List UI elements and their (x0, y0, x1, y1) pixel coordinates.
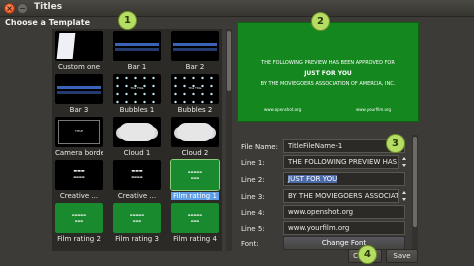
form-scrollbar[interactable] (412, 135, 418, 249)
callout-badge-3: 3 (386, 134, 405, 153)
callout-badge-2: 2 (311, 12, 330, 31)
template-thumbnail (171, 31, 219, 61)
close-window-button[interactable]: × (4, 3, 15, 14)
change-font-button[interactable]: Change Font (283, 236, 405, 250)
template-name: Film rating 1 (171, 192, 219, 200)
callout-badge-4: 4 (358, 245, 377, 264)
template-thumbnail: ▬▬▬ ▬▬▬▬ (55, 160, 103, 190)
line1-scroll-arrows-icon[interactable] (401, 155, 407, 169)
template-name: Bar 1 (127, 63, 147, 71)
thumb-text: TITLE (74, 129, 84, 133)
save-button[interactable]: Save (386, 249, 418, 263)
template-tile[interactable]: ▬▬▬ ▬▬▬▬ Creative ... (113, 160, 161, 200)
template-name: Creative ... (117, 192, 157, 200)
template-thumbnail (113, 31, 161, 61)
template-tile[interactable]: The Title Bubbles 2 (171, 74, 219, 114)
minimize-icon: − (19, 4, 26, 13)
template-name: Bubbles 2 (177, 106, 213, 114)
template-tile[interactable]: ▬▬▬▬▬ ▬▬▬ Film rating 2 (55, 203, 103, 243)
form-scroll-thumb[interactable] (413, 137, 417, 227)
line4-input[interactable]: www.openshot.org (283, 205, 405, 219)
line2-row: Line 2: JUST FOR YOU (237, 172, 419, 187)
line2-label: Line 2: (241, 176, 265, 184)
preview-line-1: THE FOLLOWING PREVIEW HAS BEEN APPROVED … (261, 60, 395, 66)
gallery-scrollbar[interactable] (226, 29, 232, 251)
template-thumbnail: ▬▬▬▬▬ ▬▬▬ (170, 159, 220, 191)
line1-label: Line 1: (241, 159, 265, 167)
window-titlebar: × − Titles (0, 0, 474, 17)
template-name: Bubbles 1 (119, 106, 155, 114)
line3-label: Line 3: (241, 193, 265, 201)
template-tile[interactable]: ▬▬▬ ▬▬▬▬ Creative ... (55, 160, 103, 200)
template-name: Cloud 2 (181, 149, 209, 157)
close-icon: × (6, 4, 13, 13)
line5-label: Line 5: (241, 225, 265, 233)
line2-selected-text: JUST FOR YOU (288, 175, 338, 183)
font-label: Font: (241, 240, 259, 248)
template-thumbnail (55, 74, 103, 104)
line3-scroll-arrows-icon[interactable] (401, 189, 407, 203)
template-name: Creative ... (59, 192, 99, 200)
template-tile[interactable]: Bar 1 (113, 31, 161, 71)
window-title: Titles (34, 2, 63, 12)
template-tile[interactable]: ▬▬▬▬▬ ▬▬▬ Film rating 1 (170, 159, 220, 200)
thumb-text: The Title (188, 86, 202, 90)
template-thumbnail: The Title (171, 74, 219, 104)
template-name: Camera border (55, 149, 103, 157)
template-name: Film rating 4 (173, 235, 217, 243)
template-thumbnail: ▬▬▬ ▬▬▬▬ (113, 160, 161, 190)
line1-row: Line 1: THE FOLLOWING PREVIEW HAS (237, 155, 419, 170)
template-thumbnail (113, 117, 161, 147)
title-preview: THE FOLLOWING PREVIEW HAS BEEN APPROVED … (237, 22, 419, 122)
template-name: Bar 3 (69, 106, 89, 114)
line3-input[interactable]: BY THE MOVIEGOERS ASSOCIATION (283, 189, 399, 203)
template-tile[interactable]: Cloud 2 (171, 117, 219, 157)
template-tile[interactable]: ▬▬▬▬▬ ▬▬▬ Film rating 4 (171, 203, 219, 243)
template-tile[interactable]: ▬▬▬▬▬ ▬▬▬ Film rating 3 (113, 203, 161, 243)
line5-input[interactable]: www.yourfilm.org (283, 221, 405, 235)
template-thumbnail: ▬▬▬▬▬ ▬▬▬ (171, 203, 219, 233)
file-name-label: File Name: (241, 143, 278, 151)
choose-template-heading: Choose a Template (5, 18, 90, 27)
template-thumbnail (171, 117, 219, 147)
line1-input[interactable]: THE FOLLOWING PREVIEW HAS (283, 155, 399, 169)
line4-label: Line 4: (241, 209, 265, 217)
template-tile[interactable]: Cloud 1 (113, 117, 161, 157)
gallery-scroll-thumb[interactable] (227, 31, 231, 91)
minimize-window-button[interactable]: − (17, 3, 28, 14)
template-thumbnail: TITLE (55, 117, 103, 147)
preview-line-5: www.yourfilm.org (356, 107, 392, 112)
line3-row: Line 3: BY THE MOVIEGOERS ASSOCIATION (237, 189, 419, 204)
thumb-text: The Title (130, 86, 144, 90)
preview-line-4: www.openshot.org (264, 107, 302, 112)
template-tile[interactable]: Bar 3 (55, 74, 103, 114)
template-thumbnail: The Title (113, 74, 161, 104)
template-name: Film rating 3 (115, 235, 159, 243)
line4-row: Line 4: www.openshot.org (237, 205, 419, 220)
template-name: Film rating 2 (57, 235, 101, 243)
template-thumbnail (55, 31, 103, 61)
template-tile[interactable]: Custom one (55, 31, 103, 71)
preview-line-3: BY THE MOVIEGOERS ASSOCIATION OF AMERCIA… (260, 81, 396, 87)
template-name: Bar 2 (185, 63, 205, 71)
template-name: Custom one (57, 63, 101, 71)
template-name: Cloud 1 (123, 149, 151, 157)
template-tile[interactable]: The Title Bubbles 1 (113, 74, 161, 114)
line2-input[interactable]: JUST FOR YOU (283, 172, 405, 186)
template-tile[interactable]: Bar 2 (171, 31, 219, 71)
callout-badge-1: 1 (118, 11, 137, 30)
line5-row: Line 5: www.yourfilm.org (237, 221, 419, 236)
template-thumbnail: ▬▬▬▬▬ ▬▬▬ (113, 203, 161, 233)
template-gallery: Custom one Bar 1 Bar 2 Bar 3 The Title Bubble… (52, 29, 222, 251)
template-thumbnail: ▬▬▬▬▬ ▬▬▬ (55, 203, 103, 233)
template-tile[interactable]: TITLE Camera border (55, 117, 103, 157)
preview-line-2: JUST FOR YOU (304, 70, 352, 77)
